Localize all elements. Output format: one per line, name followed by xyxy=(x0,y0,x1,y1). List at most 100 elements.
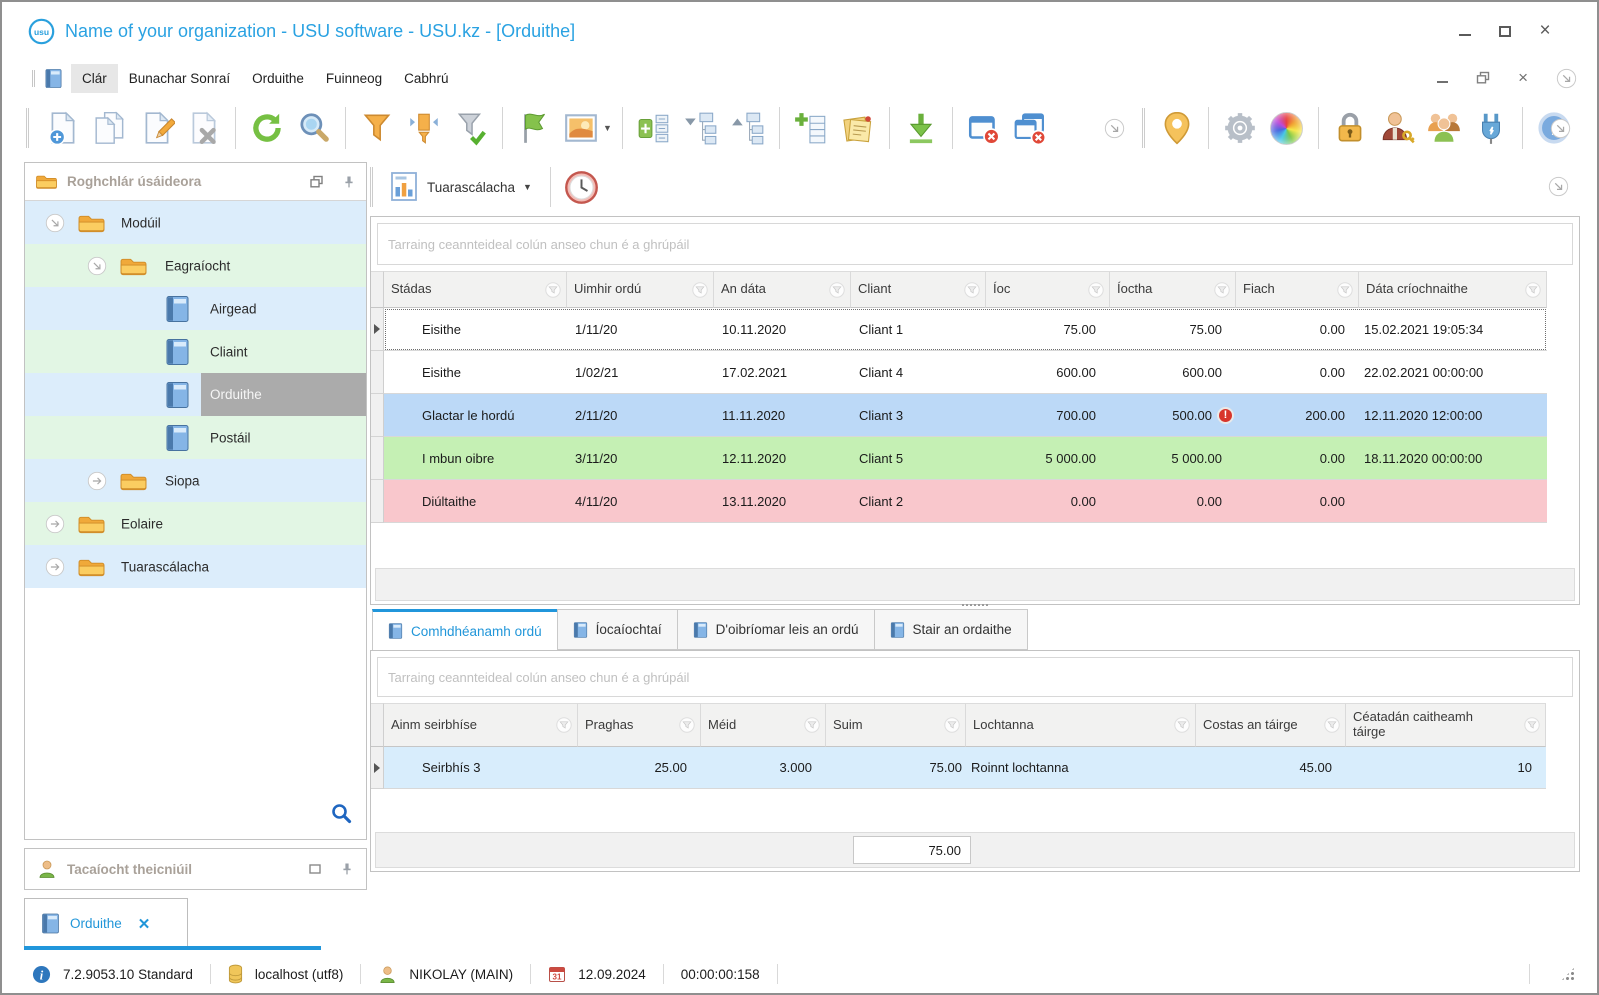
filter-funnel-icon[interactable] xyxy=(829,281,845,298)
column-header-cliant[interactable]: Cliant xyxy=(851,271,986,308)
tree-item-cliaint[interactable]: Cliaint xyxy=(25,330,366,373)
column-header-an-data[interactable]: An dáta xyxy=(714,271,851,308)
tree-item-orduithe-selected[interactable]: Orduithe xyxy=(25,373,366,416)
splitter-handle[interactable] xyxy=(370,601,1580,608)
filter-funnel-icon[interactable] xyxy=(1214,281,1230,298)
group-by-bar[interactable]: Tarraing ceannteideal colún anseo chun é… xyxy=(377,657,1573,697)
table-row[interactable]: Diúltaithe 4/11/20 13.11.2020 Cliant 2 0… xyxy=(371,480,1579,523)
search-icon[interactable] xyxy=(293,106,335,150)
delete-record-icon[interactable] xyxy=(183,106,225,150)
report-toolbar-more-button[interactable] xyxy=(1548,176,1569,197)
report-toolbar-grip[interactable] xyxy=(370,167,373,207)
color-scheme-icon[interactable] xyxy=(1266,106,1308,150)
expand-tree-icon[interactable] xyxy=(680,106,722,150)
minimize-button[interactable] xyxy=(1457,23,1473,39)
menu-fuinneog[interactable]: Fuinneog xyxy=(315,64,393,93)
tab-stair-an-ordaithe[interactable]: Stair an ordaithe xyxy=(873,609,1028,650)
user-permissions-icon[interactable] xyxy=(1376,106,1418,150)
filter-funnel-icon[interactable] xyxy=(1525,281,1541,298)
table-row[interactable]: I mbun oibre 3/11/20 12.11.2020 Cliant 5… xyxy=(371,437,1579,480)
column-header-data-criochnaithe[interactable]: Dáta críochnaithe xyxy=(1359,271,1547,308)
menu-bunachar-sonrai[interactable]: Bunachar Sonraí xyxy=(118,64,241,93)
toolbar-grip-2[interactable] xyxy=(1141,108,1145,148)
tree-search-icon[interactable] xyxy=(331,803,352,829)
filter-funnel-icon[interactable] xyxy=(804,717,820,733)
tab-doibriomar-leis-an-ordu[interactable]: D'oibríomar leis an ordú xyxy=(676,609,875,650)
table-row[interactable]: Eisithe 1/11/20 10.11.2020 Cliant 1 75.0… xyxy=(371,308,1579,351)
tree-item-airgead[interactable]: Airgead xyxy=(25,287,366,330)
toolbar-overflow-button[interactable] xyxy=(1550,118,1571,139)
expand-node-icon[interactable] xyxy=(45,514,65,534)
column-header-costas-an-tairge[interactable]: Costas an táirge xyxy=(1196,703,1346,747)
menu-orduithe[interactable]: Orduithe xyxy=(241,64,315,93)
timer-clock-icon[interactable] xyxy=(561,165,603,209)
export-download-icon[interactable] xyxy=(900,106,942,150)
tree-item-postail[interactable]: Postáil xyxy=(25,416,366,459)
close-all-windows-icon[interactable] xyxy=(1010,106,1052,150)
column-header-stadas[interactable]: Stádas xyxy=(384,271,567,308)
filter-funnel-icon[interactable] xyxy=(556,717,572,733)
tree-item-eolaire[interactable]: Eolaire xyxy=(25,502,366,545)
filter-funnel-icon[interactable] xyxy=(1337,281,1353,298)
float-panel-icon[interactable] xyxy=(309,175,324,189)
expand-node-icon[interactable] xyxy=(45,557,65,577)
reports-dropdown-button[interactable]: Tuarascálacha ▼ xyxy=(381,167,540,207)
integrations-plug-icon[interactable] xyxy=(1470,106,1512,150)
add-row-icon[interactable] xyxy=(790,106,832,150)
collapse-tree-icon[interactable] xyxy=(727,106,769,150)
table-row[interactable]: Glactar le hordú 2/11/20 11.11.2020 Clia… xyxy=(371,394,1579,437)
filter-funnel-icon[interactable] xyxy=(944,717,960,733)
notes-icon[interactable] xyxy=(837,106,879,150)
column-header-lochtanna[interactable]: Lochtanna xyxy=(966,703,1196,747)
lock-icon[interactable] xyxy=(1329,106,1371,150)
child-minimize-button[interactable] xyxy=(1437,74,1449,83)
document-tab-orduithe[interactable]: Orduithe ✕ xyxy=(24,898,188,948)
table-row[interactable]: Eisithe 1/02/21 17.02.2021 Cliant 4 600.… xyxy=(371,351,1579,394)
tab-iocaiochtai[interactable]: Íocaíochtaí xyxy=(556,609,678,650)
menubar-more-button[interactable] xyxy=(1556,68,1577,89)
filter-funnel-icon[interactable] xyxy=(964,281,980,298)
users-group-icon[interactable] xyxy=(1423,106,1465,150)
new-record-icon[interactable] xyxy=(42,106,84,150)
image-dropdown-icon[interactable]: ▼ xyxy=(603,123,612,133)
close-window-icon[interactable] xyxy=(963,106,1005,150)
child-restore-button[interactable] xyxy=(1476,71,1490,85)
filter-by-column-icon[interactable] xyxy=(403,106,445,150)
menu-cabhru[interactable]: Cabhrú xyxy=(393,64,459,93)
column-header-meid[interactable]: Méid xyxy=(701,703,826,747)
pin-panel-icon[interactable] xyxy=(342,175,356,189)
refresh-icon[interactable] xyxy=(246,106,288,150)
filter-icon[interactable] xyxy=(356,106,398,150)
settings-gear-icon[interactable] xyxy=(1219,106,1261,150)
image-preview-icon[interactable] xyxy=(560,106,602,150)
collapse-panel-icon[interactable] xyxy=(308,862,322,876)
tree-item-tuarascalacha[interactable]: Tuarascálacha xyxy=(25,545,366,588)
filter-funnel-icon[interactable] xyxy=(1174,717,1190,733)
pin-panel-icon[interactable] xyxy=(340,862,354,876)
filter-funnel-icon[interactable] xyxy=(679,717,695,733)
tab-comhdheanamh-ordu[interactable]: Comhdhéanamh ordú xyxy=(372,609,558,651)
column-header-ioctha[interactable]: Íoctha xyxy=(1110,271,1236,308)
filter-funnel-icon[interactable] xyxy=(692,281,708,298)
column-header-suim[interactable]: Suim xyxy=(826,703,966,747)
expand-card-icon[interactable] xyxy=(633,106,675,150)
column-header-ceatadan-caitheamh-tairge[interactable]: Céatadán caitheamh táirge xyxy=(1346,703,1546,747)
close-tab-icon[interactable]: ✕ xyxy=(138,915,151,933)
filter-funnel-icon[interactable] xyxy=(545,281,561,298)
location-pin-icon[interactable] xyxy=(1156,106,1198,150)
edit-record-icon[interactable] xyxy=(136,106,178,150)
filter-funnel-icon[interactable] xyxy=(1524,717,1540,733)
column-header-fiach[interactable]: Fiach xyxy=(1236,271,1359,308)
maximize-button[interactable] xyxy=(1497,23,1513,39)
group-by-bar[interactable]: Tarraing ceannteideal colún anseo chun é… xyxy=(377,223,1573,265)
close-button[interactable]: × xyxy=(1537,21,1553,40)
resize-grip[interactable] xyxy=(1561,967,1575,981)
technical-support-panel[interactable]: Tacaíocht theicniúil xyxy=(24,848,367,890)
toolbar-grip[interactable] xyxy=(26,108,29,148)
toolbar-more-button[interactable] xyxy=(1104,118,1125,139)
collapse-node-icon[interactable] xyxy=(87,256,107,276)
menu-clar[interactable]: Clár xyxy=(71,63,118,93)
expand-node-icon[interactable] xyxy=(87,471,107,491)
copy-record-icon[interactable] xyxy=(89,106,131,150)
column-header-uimhir-ordu[interactable]: Uimhir ordú xyxy=(567,271,714,308)
